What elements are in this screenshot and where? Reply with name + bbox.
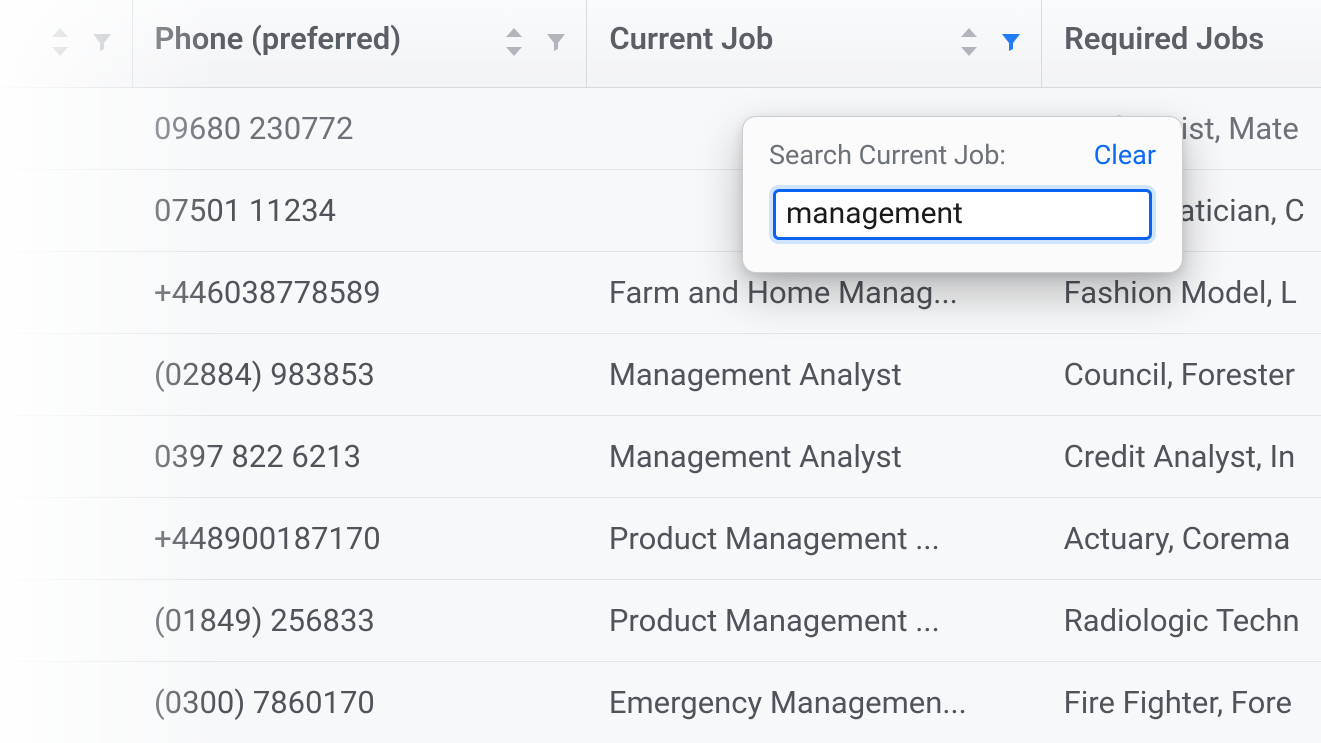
filter-icon[interactable] bbox=[90, 30, 114, 54]
table-row[interactable]: D0397 822 6213Management AnalystCredit A… bbox=[0, 416, 1321, 498]
cell-phone: (0300) 7860170 bbox=[132, 662, 587, 743]
cell-frag: N bbox=[0, 88, 132, 170]
cell-current: Management Analyst bbox=[587, 416, 1042, 498]
cell-phone: 0397 822 6213 bbox=[132, 416, 587, 498]
data-table: le Phone (preferred) Curre bbox=[0, 0, 1321, 743]
cell-frag bbox=[0, 252, 132, 334]
cell-required: Fire Fighter, Fore bbox=[1042, 662, 1321, 743]
column-filter-popover: Search Current Job: Clear bbox=[742, 116, 1183, 273]
column-header-current-job[interactable]: Current Job bbox=[587, 0, 1042, 88]
cell-phone: (01849) 256833 bbox=[132, 580, 587, 662]
cell-frag: N bbox=[0, 662, 132, 743]
filter-label: Search Current Job: bbox=[769, 139, 1006, 171]
sort-icon[interactable] bbox=[959, 28, 979, 56]
cell-phone: +446038778589 bbox=[132, 252, 587, 334]
sort-icon[interactable] bbox=[504, 28, 524, 56]
cell-current: Emergency Managemen... bbox=[587, 662, 1042, 743]
table-header-row: le Phone (preferred) Curre bbox=[0, 0, 1321, 88]
cell-required: Actuary, Corema bbox=[1042, 498, 1321, 580]
cell-phone: 09680 230772 bbox=[132, 88, 587, 170]
sort-icon[interactable] bbox=[50, 28, 70, 56]
cell-frag: JY bbox=[0, 334, 132, 416]
cell-current: Management Analyst bbox=[587, 334, 1042, 416]
cell-current: Product Management ... bbox=[587, 498, 1042, 580]
column-header-phone[interactable]: Phone (preferred) bbox=[132, 0, 587, 88]
column-title: Required Jobs bbox=[1064, 20, 1264, 57]
cell-frag bbox=[0, 580, 132, 662]
cell-phone: 07501 11234 bbox=[132, 170, 587, 252]
cell-required: Council, Forester bbox=[1042, 334, 1321, 416]
table-row[interactable]: JY(02884) 983853Management AnalystCounci… bbox=[0, 334, 1321, 416]
cell-required: Radiologic Techn bbox=[1042, 580, 1321, 662]
column-header-fragment[interactable]: le bbox=[0, 0, 132, 88]
clear-filter-button[interactable]: Clear bbox=[1094, 139, 1156, 171]
cell-current: Product Management ... bbox=[587, 580, 1042, 662]
filter-icon-active[interactable] bbox=[999, 30, 1023, 54]
cell-required: Credit Analyst, In bbox=[1042, 416, 1321, 498]
cell-frag: H bbox=[0, 498, 132, 580]
cell-frag: JF bbox=[0, 170, 132, 252]
column-title: Current Job bbox=[609, 20, 773, 57]
table-row[interactable]: H+448900187170Product Management ...Actu… bbox=[0, 498, 1321, 580]
cell-frag: D bbox=[0, 416, 132, 498]
cell-phone: (02884) 983853 bbox=[132, 334, 587, 416]
filter-input-focus-ring bbox=[769, 185, 1156, 244]
filter-icon[interactable] bbox=[544, 30, 568, 54]
cell-phone: +448900187170 bbox=[132, 498, 587, 580]
table-row[interactable]: (01849) 256833Product Management ...Radi… bbox=[0, 580, 1321, 662]
table-row[interactable]: N(0300) 7860170Emergency Managemen...Fir… bbox=[0, 662, 1321, 743]
filter-input[interactable] bbox=[773, 189, 1152, 240]
column-header-required-jobs[interactable]: Required Jobs bbox=[1042, 0, 1321, 88]
column-title: Phone (preferred) bbox=[155, 20, 402, 57]
